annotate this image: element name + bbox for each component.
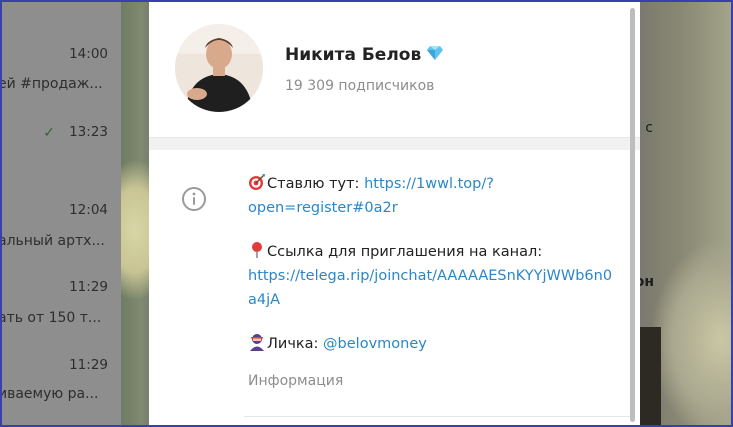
- ninja-icon: [250, 334, 264, 351]
- chat-time: 11:29: [69, 357, 108, 373]
- description-text: Ставлю тут:: [267, 176, 365, 192]
- info-icon: [182, 187, 206, 211]
- pin-icon: [252, 242, 262, 258]
- chat-snippet: иваемую ра...: [0, 386, 99, 402]
- info-caption: Информация: [248, 373, 344, 389]
- chat-snippet: ей #продаж...: [0, 76, 103, 92]
- description-text: Ссылка для приглашения на канал:: [267, 244, 543, 260]
- chat-time: 14:00: [69, 46, 108, 62]
- chat-time: 13:23: [69, 124, 108, 140]
- section-divider: [244, 416, 630, 417]
- chat-list: 14:00 ей #продаж... ✓ 13:23 12:04 альный…: [0, 0, 121, 427]
- target-icon: [249, 174, 265, 190]
- avatar-photo-icon: [175, 24, 263, 112]
- invite-link[interactable]: https://telega.rip/joinchat/AAAAAESnKYYj…: [248, 268, 612, 308]
- channel-name: Никита Белов: [285, 45, 444, 65]
- diamond-icon: [427, 46, 444, 60]
- contact-link[interactable]: @belovmoney: [323, 336, 427, 352]
- channel-info-modal: Никита Белов 19 309 подписчиков Ставлю т…: [149, 0, 640, 427]
- section-divider: [149, 138, 640, 150]
- chat-snippet: ать от 150 т...: [0, 310, 102, 326]
- channel-description: Ставлю тут: https://1wwl.top/?open=regis…: [248, 172, 618, 356]
- description-text: Личка:: [267, 336, 324, 352]
- channel-header: Никита Белов 19 309 подписчиков: [149, 0, 640, 138]
- read-check-icon: ✓: [43, 125, 55, 141]
- scrollbar[interactable]: [630, 8, 635, 422]
- chat-time: 11:29: [69, 279, 108, 295]
- chat-time: 12:04: [69, 202, 108, 218]
- background-text: с: [645, 120, 653, 136]
- avatar[interactable]: [175, 24, 263, 112]
- subscriber-count: 19 309 подписчиков: [285, 78, 435, 94]
- chat-snippet: альный артх...: [0, 233, 105, 249]
